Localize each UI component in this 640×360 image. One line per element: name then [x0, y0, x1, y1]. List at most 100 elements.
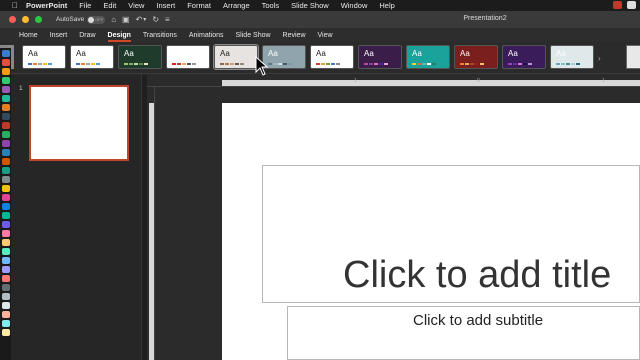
- vertical-ruler: [147, 87, 155, 360]
- tab-review[interactable]: Review: [278, 32, 311, 39]
- theme-preview-text: Aa: [76, 49, 86, 58]
- title-placeholder[interactable]: Click to add title: [262, 165, 640, 303]
- horizontal-ruler: 1 0 1: [147, 75, 640, 87]
- theme-preview-text: Aa: [508, 49, 518, 58]
- color-swatch: [475, 63, 479, 65]
- dock-app-icon[interactable]: [1, 149, 10, 156]
- theme-color-swatches: [364, 63, 388, 65]
- dock-app-icon[interactable]: [1, 158, 10, 165]
- menu-app-name[interactable]: PowerPoint: [20, 1, 73, 10]
- dock-app-icon[interactable]: [1, 203, 10, 210]
- status-app-icon[interactable]: [613, 1, 622, 9]
- theme-thumbnail[interactable]: Aa: [166, 45, 210, 69]
- dock-app-icon[interactable]: [1, 95, 10, 102]
- menu-window[interactable]: Window: [335, 1, 374, 10]
- color-swatch: [129, 63, 133, 65]
- color-swatch: [43, 63, 47, 65]
- dock-app-icon[interactable]: [1, 131, 10, 138]
- dock-app-icon[interactable]: [1, 86, 10, 93]
- theme-color-swatches: [220, 63, 244, 65]
- menu-format[interactable]: Format: [181, 1, 217, 10]
- ruler-slide-area: [149, 103, 154, 360]
- gallery-next-icon[interactable]: ›: [598, 54, 601, 63]
- theme-color-swatches: [412, 63, 436, 65]
- menu-help[interactable]: Help: [373, 1, 400, 10]
- tab-view[interactable]: View: [313, 32, 338, 39]
- color-swatch: [523, 63, 527, 65]
- dock-app-icon[interactable]: [1, 320, 10, 327]
- theme-thumbnail[interactable]: Aa: [310, 45, 354, 69]
- dock-app-icon[interactable]: [1, 140, 10, 147]
- dock-app-icon[interactable]: [1, 50, 10, 57]
- theme-color-swatches: [316, 63, 340, 65]
- color-swatch: [134, 63, 138, 65]
- dock-app-icon[interactable]: [1, 104, 10, 111]
- dock-app-icon[interactable]: [1, 248, 10, 255]
- menu-file[interactable]: File: [73, 1, 97, 10]
- dock-app-icon[interactable]: [1, 122, 10, 129]
- dock-app-icon[interactable]: [1, 266, 10, 273]
- dock-app-icon[interactable]: [1, 221, 10, 228]
- apple-icon[interactable]: : [10, 1, 20, 10]
- dock-app-icon[interactable]: [1, 59, 10, 66]
- tab-animations[interactable]: Animations: [184, 32, 229, 39]
- dock-app-icon[interactable]: [1, 77, 10, 84]
- dock-app-icon[interactable]: [1, 212, 10, 219]
- dock-app-icon[interactable]: [1, 302, 10, 309]
- dock-app-icon[interactable]: [1, 167, 10, 174]
- theme-thumbnail[interactable]: Aa: [70, 45, 114, 69]
- color-swatch: [508, 63, 512, 65]
- cloud-icon[interactable]: [627, 1, 636, 9]
- theme-preview-text: Aa: [268, 49, 278, 58]
- menu-tools[interactable]: Tools: [256, 1, 286, 10]
- menu-slide-show[interactable]: Slide Show: [285, 1, 335, 10]
- theme-thumbnail[interactable]: Aa: [550, 45, 594, 69]
- dock-app-icon[interactable]: [1, 185, 10, 192]
- dock-app-icon[interactable]: [1, 257, 10, 264]
- subtitle-placeholder[interactable]: Click to add subtitle: [287, 306, 640, 360]
- tab-draw[interactable]: Draw: [74, 32, 100, 39]
- tab-slide-show[interactable]: Slide Show: [231, 32, 276, 39]
- tab-design[interactable]: Design: [103, 32, 136, 42]
- dock-app-icon[interactable]: [1, 230, 10, 237]
- theme-preview-text: Aa: [124, 49, 134, 58]
- color-swatch: [28, 63, 32, 65]
- color-swatch: [412, 63, 416, 65]
- theme-preview-text: Aa: [316, 49, 326, 58]
- title-placeholder-text: Click to add title: [343, 254, 612, 296]
- menu-view[interactable]: View: [122, 1, 150, 10]
- dock-app-icon[interactable]: [1, 176, 10, 183]
- color-swatch: [470, 63, 474, 65]
- theme-thumbnail[interactable]: Aa: [22, 45, 66, 69]
- dock-app-icon[interactable]: [1, 194, 10, 201]
- theme-thumbnail[interactable]: Aa: [118, 45, 162, 69]
- tab-insert[interactable]: Insert: [45, 32, 73, 39]
- dock-app-icon[interactable]: [1, 68, 10, 75]
- tab-transitions[interactable]: Transitions: [138, 32, 182, 39]
- color-swatch: [235, 63, 239, 65]
- dock-app-icon[interactable]: [1, 329, 10, 336]
- slide-thumbnail[interactable]: [29, 85, 129, 161]
- menu-arrange[interactable]: Arrange: [217, 1, 256, 10]
- dock-app-icon[interactable]: [1, 275, 10, 282]
- theme-thumbnail[interactable]: Aa: [358, 45, 402, 69]
- theme-preview-text: Aa: [556, 49, 566, 58]
- dock-app-icon[interactable]: [1, 113, 10, 120]
- theme-color-swatches: [268, 63, 292, 65]
- menu-insert[interactable]: Insert: [150, 1, 181, 10]
- theme-thumbnail[interactable]: Aa: [213, 44, 259, 70]
- variant-thumbnail[interactable]: [626, 45, 640, 69]
- color-swatch: [561, 63, 565, 65]
- theme-color-swatches: [28, 63, 52, 65]
- dock-app-icon[interactable]: [1, 293, 10, 300]
- color-swatch: [384, 63, 388, 65]
- theme-thumbnail[interactable]: Aa: [502, 45, 546, 69]
- theme-thumbnail[interactable]: Aa: [406, 45, 450, 69]
- dock-app-icon[interactable]: [1, 311, 10, 318]
- dock-app-icon[interactable]: [1, 284, 10, 291]
- dock: [0, 48, 11, 360]
- tab-home[interactable]: Home: [14, 32, 43, 39]
- theme-thumbnail[interactable]: Aa: [454, 45, 498, 69]
- menu-edit[interactable]: Edit: [97, 1, 122, 10]
- dock-app-icon[interactable]: [1, 239, 10, 246]
